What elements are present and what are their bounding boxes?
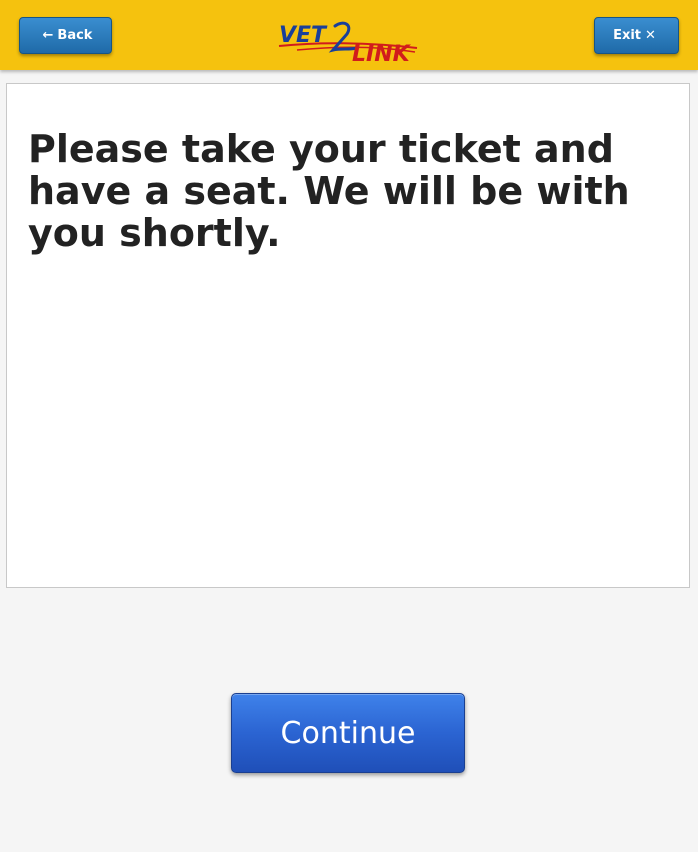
continue-button[interactable]: Continue <box>231 693 465 773</box>
message-panel: Please take your ticket and have a seat.… <box>6 83 690 588</box>
arrow-left-icon: ← <box>42 28 54 43</box>
exit-button[interactable]: Exit ✕ <box>594 17 679 54</box>
header-bar: ← Back VET LINK Exit ✕ <box>0 0 698 70</box>
close-icon: ✕ <box>645 28 656 43</box>
ticket-message: Please take your ticket and have a seat.… <box>28 127 630 255</box>
logo-text-link: LINK <box>352 42 412 64</box>
back-button-label: Back <box>57 28 93 43</box>
exit-button-label: Exit <box>613 28 642 43</box>
back-button[interactable]: ← Back <box>19 17 112 54</box>
vet2link-logo: VET LINK <box>278 21 418 64</box>
